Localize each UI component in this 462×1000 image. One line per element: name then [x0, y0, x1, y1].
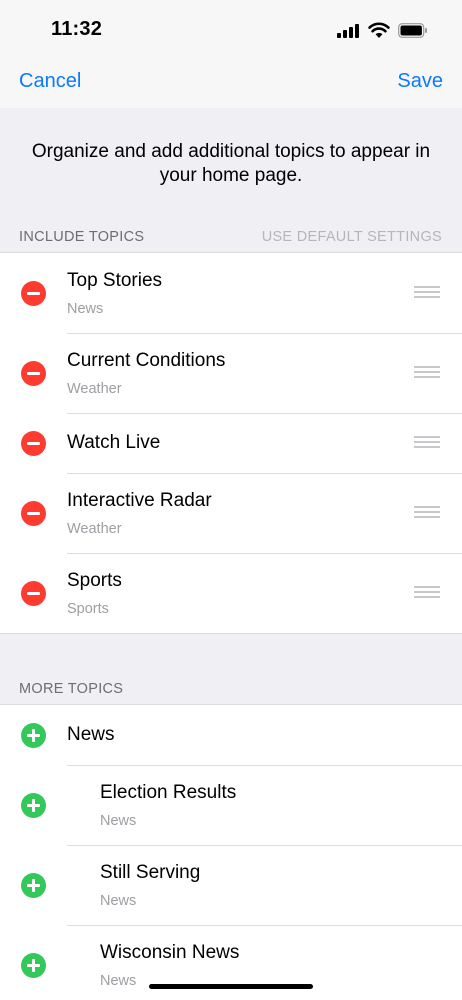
battery-icon — [398, 23, 428, 38]
include-topics-title: INCLUDE TOPICS — [19, 229, 145, 245]
topic-row-top-stories[interactable]: Top Stories News — [0, 253, 462, 333]
drag-handle-icon[interactable] — [414, 506, 440, 520]
drag-handle-icon[interactable] — [414, 436, 440, 450]
topic-row-interactive-radar[interactable]: Interactive Radar Weather — [0, 473, 462, 553]
remove-icon[interactable] — [21, 431, 46, 456]
topic-category: Weather — [67, 521, 122, 537]
cancel-button[interactable]: Cancel — [19, 70, 81, 93]
topic-row-watch-live[interactable]: Watch Live — [0, 413, 462, 473]
topic-title: Watch Live — [67, 432, 161, 453]
topic-category: Sports — [67, 601, 109, 617]
remove-icon[interactable] — [21, 281, 46, 306]
intro-text: Organize and add additional topics to ap… — [31, 141, 431, 186]
topic-title: Interactive Radar — [67, 490, 212, 511]
drag-handle-icon[interactable] — [414, 366, 440, 380]
remove-icon[interactable] — [21, 501, 46, 526]
topic-category: News — [100, 813, 137, 829]
more-topics-title: MORE TOPICS — [19, 681, 124, 697]
topic-row-news[interactable]: News — [0, 705, 462, 765]
use-default-settings-button[interactable]: USE DEFAULT SETTINGS — [262, 229, 442, 245]
more-topics-header: MORE TOPICS — [0, 664, 462, 704]
topic-row-still-serving[interactable]: Still Serving News — [0, 845, 462, 925]
add-icon[interactable] — [21, 873, 46, 898]
topic-category: News — [100, 893, 137, 909]
cellular-signal-icon — [337, 24, 361, 38]
add-icon[interactable] — [21, 793, 46, 818]
drag-handle-icon[interactable] — [414, 586, 440, 600]
include-topics-list: Top Stories News Current Conditions Weat… — [0, 252, 462, 634]
nav-bar: Cancel Save — [0, 56, 462, 108]
topic-row-election-results[interactable]: Election Results News — [0, 765, 462, 845]
topic-title: Election Results — [100, 782, 237, 803]
topic-row-current-conditions[interactable]: Current Conditions Weather — [0, 333, 462, 413]
wifi-icon — [368, 21, 390, 39]
include-topics-header: INCLUDE TOPICS USE DEFAULT SETTINGS — [0, 212, 462, 252]
topic-title: Sports — [67, 570, 122, 591]
screen: 11:32 Cancel Save Organize and add addit… — [0, 0, 462, 1000]
topic-category: News — [100, 973, 137, 989]
home-indicator[interactable] — [149, 984, 313, 989]
topic-title: News — [67, 724, 115, 745]
status-bar: 11:32 — [0, 0, 462, 56]
topic-category: Weather — [67, 381, 122, 397]
add-icon[interactable] — [21, 953, 46, 978]
save-button[interactable]: Save — [397, 70, 443, 93]
topic-title: Still Serving — [100, 862, 201, 883]
remove-icon[interactable] — [21, 581, 46, 606]
topic-title: Wisconsin News — [100, 942, 240, 963]
drag-handle-icon[interactable] — [414, 286, 440, 300]
more-topics-list: News Election Results News Still Serving… — [0, 704, 462, 1000]
topic-row-sports[interactable]: Sports Sports — [0, 553, 462, 633]
status-time: 11:32 — [51, 18, 103, 40]
topic-title: Current Conditions — [67, 350, 226, 371]
add-icon[interactable] — [21, 723, 46, 748]
topic-category: News — [67, 301, 104, 317]
topic-title: Top Stories — [67, 270, 163, 291]
remove-icon[interactable] — [21, 361, 46, 386]
